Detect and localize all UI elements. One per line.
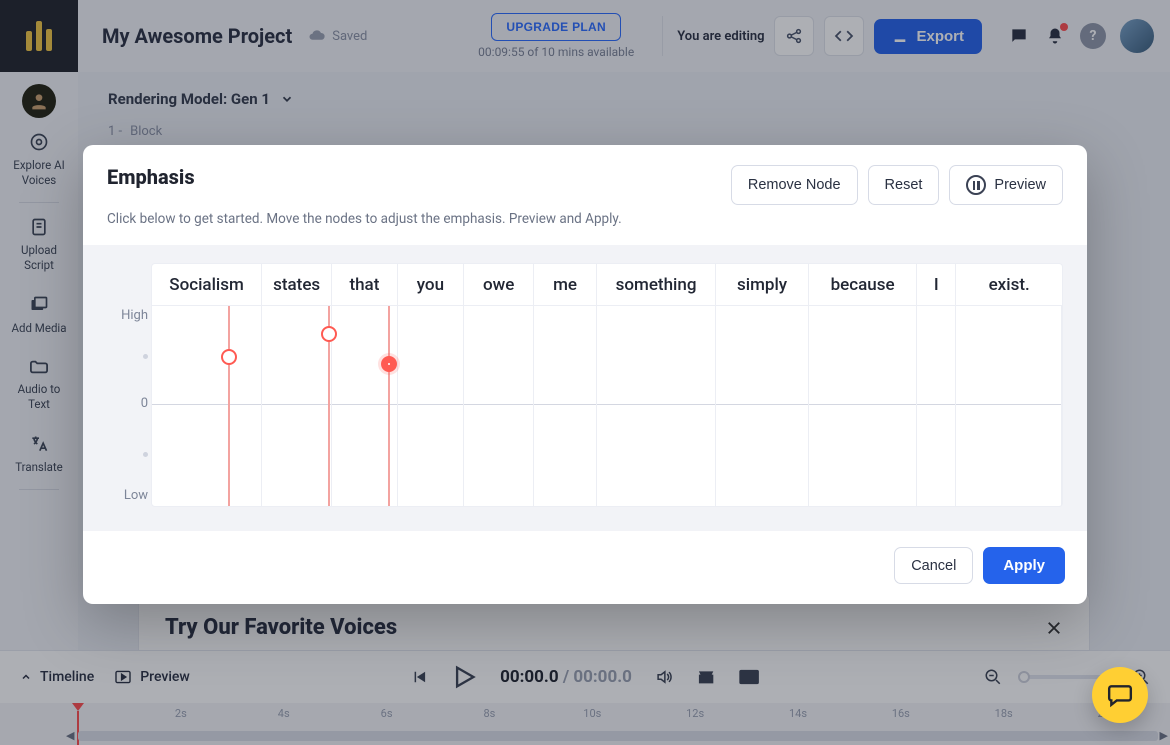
word-cell[interactable]: something: [597, 264, 716, 305]
emphasis-modal: Emphasis Remove Node Reset Preview Click…: [83, 145, 1087, 604]
emphasis-node[interactable]: [381, 356, 397, 372]
emphasis-node[interactable]: [321, 326, 337, 342]
reset-button[interactable]: Reset: [868, 165, 940, 205]
word-cell[interactable]: simply: [716, 264, 809, 305]
emphasis-node[interactable]: [221, 349, 237, 365]
word-cell[interactable]: I: [917, 264, 956, 305]
emphasis-graph-area: Socialismstatesthatyouowemesomethingsimp…: [83, 245, 1087, 531]
modal-subtitle: Click below to get started. Move the nod…: [83, 211, 1087, 245]
word-cell[interactable]: states: [262, 264, 332, 305]
chat-fab[interactable]: [1092, 667, 1148, 723]
preview-label: Preview: [994, 177, 1046, 193]
plot-column[interactable]: [716, 306, 809, 506]
axis-tick: [108, 348, 148, 363]
plot-column[interactable]: [534, 306, 597, 506]
word-cell[interactable]: owe: [464, 264, 534, 305]
word-cell[interactable]: that: [332, 264, 398, 305]
modal-title: Emphasis: [107, 165, 195, 189]
plot-column[interactable]: [152, 306, 262, 506]
axis-label-low: Low: [108, 488, 148, 503]
plot-column[interactable]: [597, 306, 716, 506]
emphasis-graph[interactable]: Socialismstatesthatyouowemesomethingsimp…: [151, 263, 1063, 507]
chat-icon: [1106, 682, 1134, 708]
plot-column[interactable]: [398, 306, 464, 506]
modal-footer: Cancel Apply: [83, 531, 1087, 604]
modal-header: Emphasis Remove Node Reset Preview: [83, 145, 1087, 211]
word-cell[interactable]: me: [534, 264, 597, 305]
emphasis-stem: [388, 306, 390, 506]
axis-label-zero: 0: [108, 396, 148, 411]
plot-column[interactable]: [956, 306, 1062, 506]
word-cell[interactable]: because: [809, 264, 917, 305]
plot-column[interactable]: [464, 306, 534, 506]
plot-column[interactable]: [917, 306, 956, 506]
word-cell[interactable]: Socialism: [152, 264, 262, 305]
word-cell[interactable]: you: [398, 264, 464, 305]
cancel-button[interactable]: Cancel: [894, 547, 973, 584]
emphasis-plot[interactable]: High 0 Low: [152, 306, 1062, 506]
remove-node-button[interactable]: Remove Node: [731, 165, 858, 205]
preview-play-icon: [966, 175, 986, 195]
plot-column[interactable]: [809, 306, 917, 506]
word-cell[interactable]: exist.: [956, 264, 1062, 305]
words-row: Socialismstatesthatyouowemesomethingsimp…: [152, 264, 1062, 306]
emphasis-stem: [228, 306, 230, 506]
preview-emphasis-button[interactable]: Preview: [949, 165, 1063, 205]
axis-tick: [108, 446, 148, 461]
axis-label-high: High: [108, 308, 148, 323]
apply-button[interactable]: Apply: [983, 547, 1065, 584]
